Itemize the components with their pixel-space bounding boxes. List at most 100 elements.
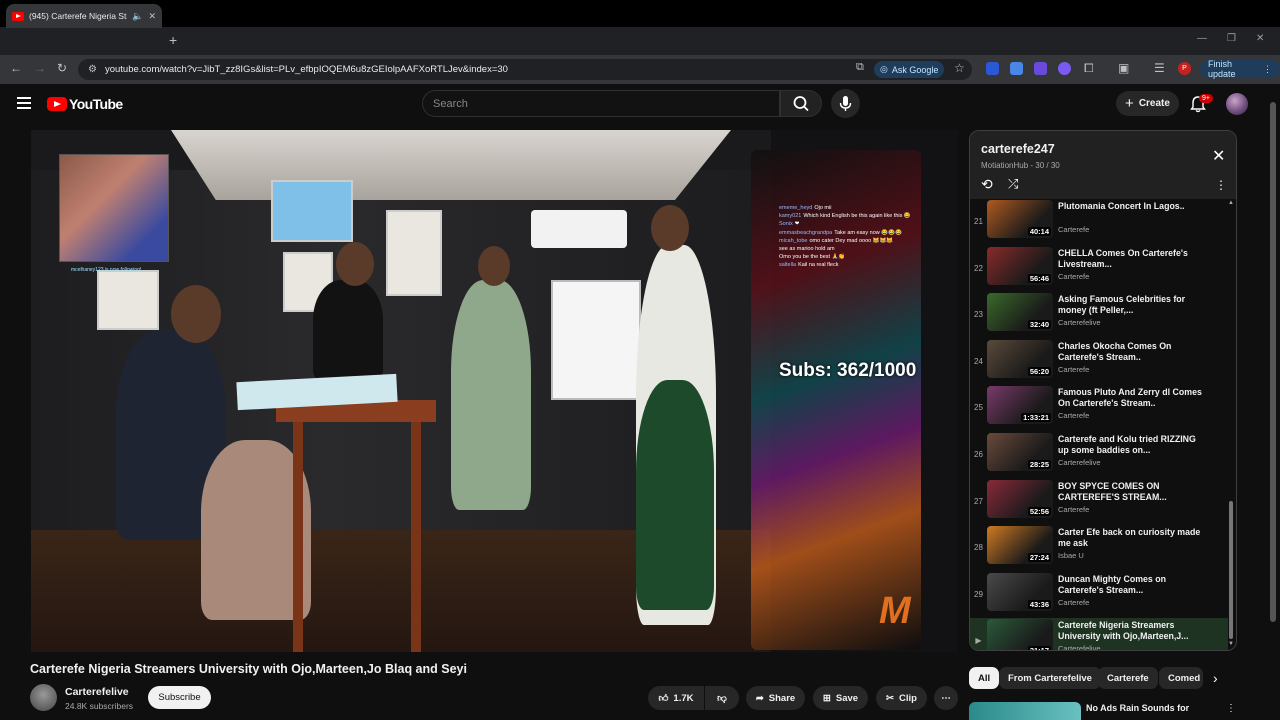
browser-profile-avatar[interactable]: P: [1178, 62, 1191, 75]
browser-tab[interactable]: (945) Carterefe Nigeria Stre 🔈 ✕: [6, 4, 162, 28]
chip-from-channel[interactable]: From Carterefelive: [999, 667, 1101, 689]
forward-icon[interactable]: →: [34, 61, 46, 75]
video-person-head: [336, 242, 374, 286]
stream-chat-overlay: ememe_heyd Ojo mii kamy021 Which kind Engli…: [779, 204, 958, 270]
next-video-title[interactable]: No Ads Rain Sounds for: [1086, 703, 1189, 713]
subscribe-button[interactable]: Subscribe: [148, 686, 211, 709]
dislike-button[interactable]: 👎︎: [705, 686, 739, 710]
search-input[interactable]: [433, 97, 779, 110]
playlist-item[interactable]: 28 27:24 Carter Efe back on curiosity made…: [970, 525, 1228, 571]
chip-comedy[interactable]: Comed: [1159, 667, 1203, 689]
window-close-icon[interactable]: ✕: [1256, 33, 1264, 44]
video-person-head: [478, 246, 510, 286]
subscriber-count: 24.8K subscribers: [65, 701, 134, 711]
guide-menu-icon[interactable]: [17, 97, 31, 112]
bookmark-star-icon[interactable]: ☆: [954, 61, 965, 75]
reading-list-icon[interactable]: ☰: [1154, 61, 1165, 75]
playlist-item[interactable]: 22 56:46 CHELLA Comes On Carterefe's Lives…: [970, 246, 1228, 292]
account-avatar[interactable]: [1226, 93, 1248, 115]
loop-icon[interactable]: ⟲: [981, 176, 993, 193]
extensions-puzzle-icon[interactable]: ⧠: [1084, 61, 1094, 76]
scroll-up-icon[interactable]: ▲: [1228, 200, 1234, 206]
voice-search-button[interactable]: [831, 89, 860, 118]
create-button[interactable]: + Create: [1116, 91, 1179, 116]
playlist-item-index: 28: [974, 543, 983, 553]
page-scrollbar-thumb[interactable]: [1270, 102, 1276, 622]
chat-text: Omo you be the best 🙏👏: [779, 254, 846, 261]
maximize-icon[interactable]: ❐: [1227, 33, 1236, 44]
sidepanel-icon[interactable]: ▣: [1118, 61, 1129, 75]
playlist-item[interactable]: 21 40:14 Plutomania Concert In Lagos.. Cart…: [970, 199, 1228, 245]
save-label: Save: [835, 692, 859, 704]
playlist-item-thumbnail: 28:25: [987, 433, 1053, 471]
minimize-icon[interactable]: —: [1197, 33, 1207, 44]
search-button[interactable]: [780, 90, 822, 117]
video-scene-poster: [271, 180, 353, 242]
finish-update-button[interactable]: Finish update ⋮: [1200, 59, 1280, 79]
duration-badge: 56:20: [1027, 366, 1051, 376]
duration-badge: 32:40: [1027, 320, 1051, 330]
playlist-item-channel: Carterefe: [1058, 411, 1090, 421]
speaker-icon[interactable]: 🔈: [132, 11, 143, 22]
playlist-item[interactable]: 26 28:25 Carterefe and Kolu tried RIZZING …: [970, 432, 1228, 478]
share-button[interactable]: ➦ Share: [746, 686, 805, 710]
playlist-item[interactable]: ▶ 31:17 Carterefe Nigeria Streamers Univer…: [970, 618, 1228, 650]
playlist-item-title: Carterefe and Kolu tried RIZZING up some…: [1058, 434, 1196, 455]
playlist-scrollbar[interactable]: [1229, 501, 1233, 639]
video-scene-table-leg: [411, 422, 421, 652]
video-title: Carterefe Nigeria Streamers University w…: [30, 662, 467, 676]
playlist-item-thumbnail: 27:24: [987, 526, 1053, 565]
tab-close-icon[interactable]: ✕: [148, 11, 156, 22]
more-horizontal-icon: ⋯: [941, 692, 951, 704]
next-video-menu-icon[interactable]: ⋮: [1226, 703, 1236, 714]
chat-username: saltella: [779, 262, 797, 269]
playlist-item[interactable]: 25 1:33:21 Famous Pluto And Zerry dl Comes…: [970, 385, 1228, 431]
video-person: [313, 280, 383, 380]
page-scrollbar[interactable]: [1270, 90, 1276, 690]
duration-badge: 40:14: [1027, 227, 1051, 236]
new-tab-icon[interactable]: +: [169, 32, 177, 48]
chip-carterefe[interactable]: Carterefe: [1098, 667, 1158, 689]
more-actions-button[interactable]: ⋯: [934, 686, 958, 710]
tab-strip: [0, 27, 1280, 55]
extension-icon[interactable]: [986, 62, 999, 75]
playlist-title[interactable]: carterefe247: [981, 142, 1055, 156]
playlist-item[interactable]: 23 32:40 Asking Famous Celebrities for mon…: [970, 292, 1228, 338]
search-box[interactable]: [422, 90, 780, 117]
next-video-thumbnail[interactable]: [969, 702, 1081, 720]
playlist-item-title: Carter Efe back on curiosity made me ask: [1058, 527, 1201, 549]
like-button[interactable]: 👍︎ 1.7K: [648, 686, 704, 710]
chip-all[interactable]: All: [969, 667, 1000, 689]
channel-avatar[interactable]: [30, 684, 57, 711]
extension-icon[interactable]: [1010, 62, 1023, 75]
playlist-item-channel: Carterefe: [1058, 364, 1090, 374]
playlist-item[interactable]: 29 43:36 Duncan Mighty Comes on Carterefe'…: [970, 572, 1228, 618]
playlist-item[interactable]: 27 52:56 BOY SPYCE COMES ON CARTEREFE'S ST…: [970, 479, 1228, 525]
chat-message: Sonix ❤: [779, 220, 958, 228]
scroll-down-icon[interactable]: ▼: [1228, 641, 1234, 647]
back-icon[interactable]: ←: [10, 61, 22, 75]
playlist-item-thumbnail: 56:46: [987, 246, 1053, 285]
playlist-item-channel: Carterefelive: [1058, 458, 1101, 467]
extension-icon[interactable]: [1058, 62, 1071, 75]
extension-icon[interactable]: [1034, 62, 1047, 75]
clip-button[interactable]: ✂ Clip: [876, 686, 927, 710]
close-icon[interactable]: ✕: [1212, 146, 1225, 166]
reload-icon[interactable]: ↻: [57, 61, 67, 75]
playlist-item-thumbnail: 32:40: [987, 293, 1053, 332]
ask-google-button[interactable]: ◎ Ask Google: [874, 61, 945, 78]
save-button[interactable]: ⊞ Save: [813, 686, 868, 710]
cast-icon[interactable]: ⧉: [856, 61, 864, 74]
youtube-logo[interactable]: YouTube: [47, 96, 123, 112]
video-person: [451, 280, 531, 510]
site-info-icon[interactable]: ⚙: [88, 64, 97, 75]
shuffle-icon[interactable]: ⤮: [1008, 176, 1018, 192]
playlist-menu-icon[interactable]: ⋮: [1215, 178, 1227, 192]
address-bar[interactable]: ⚙ youtube.com/watch?v=JibT_zz8IGs&list=P…: [78, 59, 972, 80]
chevron-right-icon[interactable]: ›: [1213, 670, 1218, 686]
video-player[interactable]: mcelhaney123 is now following! ememe_hey…: [31, 130, 958, 652]
notifications-badge: 9+: [1199, 94, 1213, 103]
playlist-item-title: Famous Pluto And Zerry dl Comes On Carte…: [1058, 387, 1202, 409]
playlist-item[interactable]: 24 56:20 Charles Okocha Comes On Carterefe…: [970, 339, 1228, 385]
channel-name[interactable]: Carterefelive: [65, 686, 129, 698]
